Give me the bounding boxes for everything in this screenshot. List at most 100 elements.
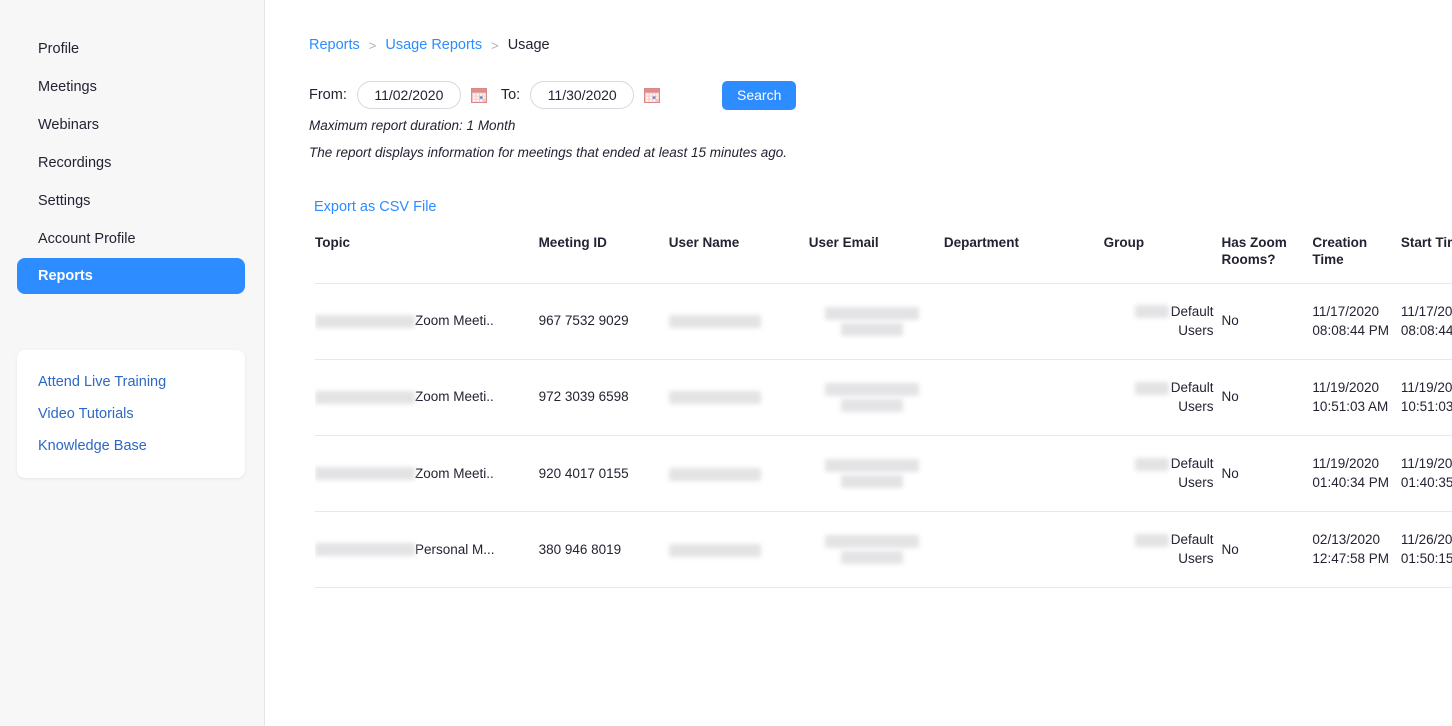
cell-start-time: 11/19/2020 01:40:35 PM <box>1400 435 1452 512</box>
redacted-user-email <box>825 382 920 396</box>
cell-user-email <box>808 435 944 512</box>
column-header-start-time[interactable]: Start Time <box>1400 228 1452 284</box>
column-header-topic[interactable]: Topic <box>315 228 539 284</box>
sidebar-item-reports[interactable]: Reports <box>17 258 245 294</box>
table-row[interactable]: Zoom Meeti.. 920 4017 0155 Default Users… <box>315 435 1452 512</box>
sidebar-item-label: Account Profile <box>38 231 136 247</box>
sidebar-item-meetings[interactable]: Meetings <box>0 68 264 106</box>
cell-topic: Zoom Meeti.. <box>315 283 539 360</box>
table-row[interactable]: Zoom Meeti.. 972 3039 6598 Default Users… <box>315 359 1452 436</box>
to-date-input[interactable] <box>530 81 635 109</box>
cell-meeting-id: 920 4017 0155 <box>538 435 669 512</box>
main-content: Reports > Usage Reports > Usage From: 11… <box>265 0 1452 726</box>
topic-text: Zoom Meeti.. <box>415 313 494 329</box>
group-text: Default Users <box>1170 531 1214 567</box>
column-header-meeting-id[interactable]: Meeting ID <box>538 228 669 284</box>
sidebar-nav-list: Profile Meetings Webinars Recordings Set… <box>0 30 264 294</box>
column-header-user-name[interactable]: User Name <box>668 228 809 284</box>
sidebar-item-label: Profile <box>38 41 80 57</box>
report-delay-note: The report displays information for meet… <box>309 145 788 160</box>
to-label: To: <box>500 87 521 103</box>
redacted-user-email <box>825 534 920 548</box>
table-header-row: Topic Meeting ID User Name User Email De… <box>315 228 1452 284</box>
cell-creation-time: 11/17/2020 08:08:44 PM <box>1312 283 1401 360</box>
breadcrumb-item-reports[interactable]: Reports <box>309 37 360 53</box>
cell-topic: Personal M... <box>315 511 539 589</box>
cell-meeting-id: 972 3039 6598 <box>538 359 669 436</box>
redacted-user-name <box>668 315 761 329</box>
column-header-user-email[interactable]: User Email <box>808 228 944 284</box>
sidebar-item-settings[interactable]: Settings <box>0 182 264 220</box>
cell-has-zoom-rooms: No <box>1221 511 1313 589</box>
sidebar-link-attend-live-training[interactable]: Attend Live Training <box>17 366 245 398</box>
usage-report-table: Topic Meeting ID User Name User Email De… <box>315 228 1452 589</box>
cell-user-name <box>668 359 809 436</box>
redacted-user-email-domain <box>841 550 904 564</box>
cell-creation-time: 11/19/2020 01:40:34 PM <box>1312 435 1401 512</box>
sidebar-item-webinars[interactable]: Webinars <box>0 106 264 144</box>
search-button[interactable]: Search <box>722 80 797 110</box>
sidebar-link-video-tutorials[interactable]: Video Tutorials <box>17 398 245 430</box>
redacted-group-prefix <box>1134 305 1169 319</box>
cell-department <box>943 359 1104 436</box>
cell-topic: Zoom Meeti.. <box>315 435 539 512</box>
column-header-has-zoom-rooms[interactable]: Has Zoom Rooms? <box>1221 228 1313 284</box>
cell-user-email <box>808 283 944 360</box>
cell-start-time: 11/19/2020 10:51:03 AM <box>1400 359 1452 436</box>
cell-user-name <box>668 435 809 512</box>
breadcrumb-item-usage: Usage <box>507 37 550 53</box>
from-date-input[interactable] <box>356 81 461 109</box>
cell-department <box>943 283 1104 360</box>
redacted-topic-prefix <box>315 390 415 404</box>
group-text: Default Users <box>1170 379 1214 415</box>
topic-text: Personal M... <box>415 541 495 557</box>
cell-has-zoom-rooms: No <box>1221 435 1313 512</box>
calendar-icon[interactable] <box>470 87 487 103</box>
cell-meeting-id: 380 946 8019 <box>538 511 669 589</box>
sidebar-help-card: Attend Live Training Video Tutorials Kno… <box>17 350 245 478</box>
column-header-creation-time[interactable]: Creation Time <box>1312 228 1401 284</box>
group-text: Default Users <box>1170 303 1214 339</box>
cell-has-zoom-rooms: No <box>1221 359 1313 436</box>
column-header-group[interactable]: Group <box>1103 228 1222 284</box>
cell-user-name <box>668 511 809 589</box>
redacted-user-email-domain <box>841 474 904 488</box>
cell-department <box>943 511 1104 589</box>
sidebar-item-recordings[interactable]: Recordings <box>0 144 264 182</box>
sidebar-item-account-profile[interactable]: Account Profile <box>0 220 264 258</box>
group-text: Default Users <box>1170 455 1214 491</box>
table-row[interactable]: Personal M... 380 946 8019 Default Users… <box>315 511 1452 589</box>
max-duration-note: Maximum report duration: 1 Month <box>309 118 516 133</box>
table-row[interactable]: Zoom Meeti.. 967 7532 9029 Default Users… <box>315 283 1452 360</box>
redacted-topic-prefix <box>315 314 415 328</box>
breadcrumb-separator-icon: > <box>368 37 377 53</box>
sidebar-link-knowledge-base[interactable]: Knowledge Base <box>17 430 245 462</box>
breadcrumb-item-usage-reports[interactable]: Usage Reports <box>385 37 482 53</box>
calendar-icon[interactable] <box>644 87 661 103</box>
cell-start-time: 11/17/2020 08:08:44 PM <box>1400 283 1452 360</box>
column-header-department[interactable]: Department <box>943 228 1104 284</box>
sidebar-item-label: Recordings <box>38 155 112 171</box>
redacted-user-email <box>825 458 920 472</box>
cell-topic: Zoom Meeti.. <box>315 359 539 436</box>
redacted-topic-prefix <box>315 466 415 480</box>
table-header: Topic Meeting ID User Name User Email De… <box>315 228 1452 284</box>
cell-group: Default Users <box>1103 283 1222 360</box>
redacted-group-prefix <box>1134 457 1169 471</box>
sidebar-item-profile[interactable]: Profile <box>0 30 264 68</box>
date-filter-row: From: 11/02/2020 To: 11/30/2020 Search <box>309 80 797 110</box>
export-csv-link[interactable]: Export as CSV File <box>314 199 437 215</box>
sidebar-item-label: Webinars <box>38 117 99 133</box>
sidebar-item-label: Reports <box>38 268 93 284</box>
table-body: Zoom Meeti.. 967 7532 9029 Default Users… <box>315 283 1452 589</box>
breadcrumb: Reports > Usage Reports > Usage <box>309 37 550 53</box>
redacted-group-prefix <box>1134 381 1169 395</box>
breadcrumb-separator-icon: > <box>491 37 499 53</box>
cell-has-zoom-rooms: No <box>1221 283 1313 360</box>
sidebar: Profile Meetings Webinars Recordings Set… <box>0 0 265 726</box>
cell-start-time: 11/26/2020 01:50:15 PM <box>1400 511 1452 589</box>
cell-group: Default Users <box>1103 511 1222 589</box>
redacted-user-email-domain <box>841 322 904 336</box>
redacted-topic-prefix <box>315 542 415 556</box>
redacted-user-name <box>668 543 761 557</box>
